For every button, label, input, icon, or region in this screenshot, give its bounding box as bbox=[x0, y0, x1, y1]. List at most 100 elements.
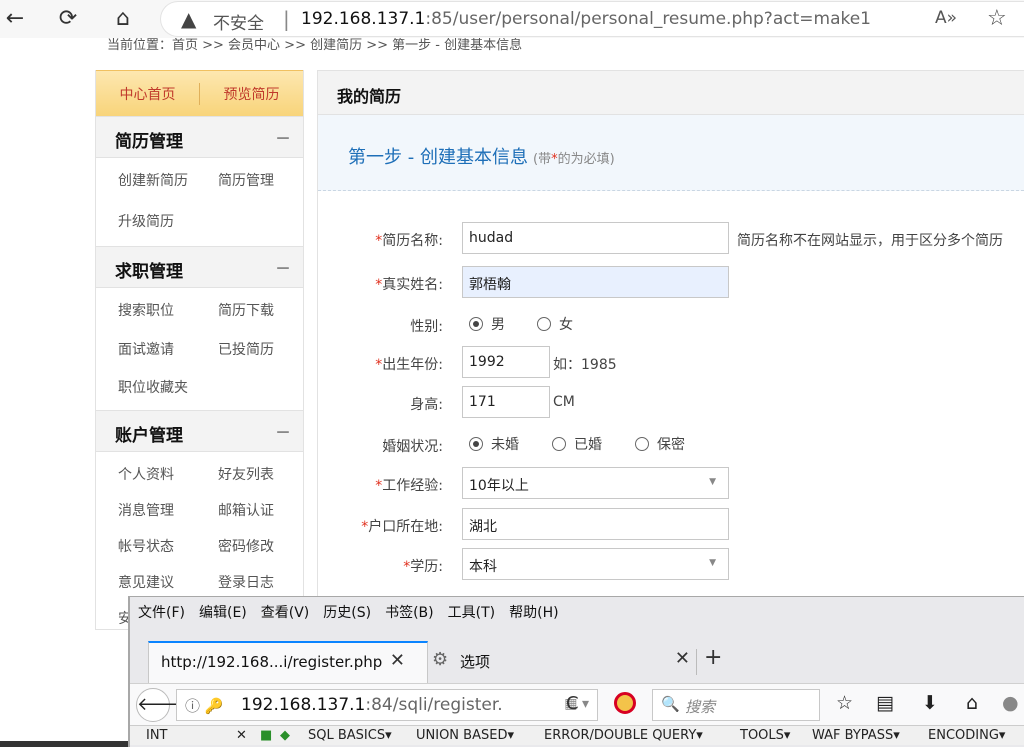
globe-icon[interactable]: ● bbox=[1002, 692, 1019, 714]
close-tab-icon[interactable]: ✕ bbox=[390, 650, 405, 671]
field-label: 婚姻状况: bbox=[382, 439, 443, 455]
birth-year-input[interactable]: 1992 bbox=[462, 346, 550, 378]
education-select[interactable]: 本科 bbox=[462, 548, 729, 580]
link-preview-resume[interactable]: 预览简历 bbox=[200, 84, 303, 104]
sidebar-item[interactable]: 登录日志 bbox=[218, 572, 318, 594]
sidebar-item[interactable]: 简历管理 bbox=[218, 170, 318, 197]
step-title: 第一步 - 创建基本信息 bbox=[348, 147, 528, 168]
address-bar[interactable]: ▲ 不安全 | 192.168.137.1:85/user/personal/p… bbox=[160, 1, 1024, 37]
row-resume-name: *简历名称: hudad 简历名称不在网站显示，用于区分多个简历 bbox=[318, 222, 1024, 256]
collapse-icon[interactable]: － bbox=[275, 255, 291, 279]
experience-select[interactable]: 10年以上 bbox=[462, 467, 729, 499]
section-title: 简历管理 bbox=[115, 132, 183, 152]
sidebar-item[interactable]: 邮箱认证 bbox=[218, 500, 318, 522]
radio-married[interactable]: 已婚 bbox=[552, 434, 602, 454]
real-name-input[interactable]: 郭梧翰 bbox=[462, 266, 729, 298]
url-bar[interactable]: ⓘ 🔑 192.168.137.1:84/sqli/register. ▦ ▾ bbox=[176, 689, 598, 721]
hackbar-green-icon[interactable]: ■ bbox=[260, 728, 272, 743]
page-title: 我的简历 bbox=[318, 71, 1024, 115]
hackbar-error-double[interactable]: ERROR/DOUBLE QUERY▾ bbox=[544, 728, 703, 743]
hackbar-close-icon[interactable]: ✕ bbox=[236, 728, 247, 743]
radio-unchecked-icon[interactable] bbox=[537, 317, 551, 331]
favorite-star-icon[interactable]: ☆ bbox=[987, 6, 1007, 31]
label-text: 出生年份: bbox=[382, 357, 443, 373]
url-text[interactable]: 192.168.137.1:85/user/personal/personal_… bbox=[301, 9, 871, 29]
hackbar-int[interactable]: INT bbox=[146, 728, 168, 743]
insecure-label[interactable]: 不安全 bbox=[213, 9, 264, 34]
sidebar-item[interactable]: 个人资料 bbox=[118, 464, 218, 486]
hackbar-tools[interactable]: TOOLS▾ bbox=[740, 728, 790, 743]
section-job-header[interactable]: 求职管理 － bbox=[96, 246, 303, 288]
sidebar-item[interactable]: 面试邀请 bbox=[118, 339, 218, 364]
download-icon[interactable]: ⬇ bbox=[922, 692, 938, 714]
radio-female[interactable]: 女 bbox=[537, 314, 573, 334]
read-aloud-icon[interactable]: A» bbox=[935, 8, 957, 28]
height-input[interactable]: 171 bbox=[462, 386, 550, 418]
radio-unchecked-icon[interactable] bbox=[635, 437, 649, 451]
required-note: (带*的为必填) bbox=[533, 152, 615, 167]
tab-divider bbox=[696, 649, 697, 675]
radio-checked-icon[interactable] bbox=[469, 437, 483, 451]
menu-help[interactable]: 帮助(H) bbox=[509, 602, 558, 622]
hackbar-encoding[interactable]: ENCODING▾ bbox=[928, 728, 1005, 743]
back-arrow-icon[interactable]: ← bbox=[0, 4, 30, 34]
sidebar-item[interactable]: 搜索职位 bbox=[118, 300, 218, 325]
radio-label: 女 bbox=[559, 317, 573, 333]
menu-tools[interactable]: 工具(T) bbox=[448, 602, 495, 622]
menu-file[interactable]: 文件(F) bbox=[138, 602, 185, 622]
menu-edit[interactable]: 编辑(E) bbox=[199, 602, 247, 622]
tab-options[interactable]: ⚙ 选项 ✕ bbox=[430, 641, 690, 683]
field-label: 性别: bbox=[410, 319, 443, 335]
bookmark-star-icon[interactable]: ☆ bbox=[836, 692, 853, 714]
field-label: *工作经验: bbox=[375, 475, 443, 495]
warning-icon[interactable]: ▲ bbox=[181, 7, 196, 31]
resume-name-input[interactable]: hudad bbox=[462, 222, 729, 254]
reader-list-icon[interactable]: ▤ bbox=[876, 692, 894, 714]
close-tab-icon[interactable]: ✕ bbox=[675, 648, 690, 669]
note-open: (带 bbox=[533, 152, 552, 167]
collapse-icon[interactable]: － bbox=[275, 419, 291, 443]
hackbar-diamond-icon[interactable]: ◆ bbox=[280, 728, 290, 743]
noscript-icon[interactable] bbox=[614, 692, 636, 714]
radio-male[interactable]: 男 bbox=[469, 314, 505, 334]
tab-register[interactable]: http://192.168...i/register.php ✕ bbox=[148, 641, 428, 683]
sidebar-item[interactable]: 密码修改 bbox=[218, 536, 318, 558]
sidebar-item[interactable]: 已投简历 bbox=[218, 339, 318, 364]
url-text[interactable]: 192.168.137.1:84/sqli/register. bbox=[241, 695, 503, 715]
back-arrow-icon[interactable]: 🡐 bbox=[136, 688, 185, 722]
new-tab-plus-icon[interactable]: + bbox=[704, 645, 722, 670]
site-info-key-icon[interactable]: ⓘ 🔑 bbox=[185, 695, 223, 716]
sidebar-item[interactable]: 消息管理 bbox=[118, 500, 218, 522]
birth-year-hint: 如：1985 bbox=[553, 357, 617, 373]
menu-history[interactable]: 历史(S) bbox=[323, 602, 371, 622]
refresh-icon[interactable]: ⟳ bbox=[53, 4, 83, 34]
collapse-icon[interactable]: － bbox=[275, 125, 291, 149]
height-unit: CM bbox=[553, 394, 575, 410]
radio-checked-icon[interactable] bbox=[469, 317, 483, 331]
section-account-header[interactable]: 账户管理 － bbox=[96, 410, 303, 452]
sidebar-item[interactable]: 帐号状态 bbox=[118, 536, 218, 558]
home-icon[interactable]: ⌂ bbox=[966, 692, 978, 714]
menu-bookmarks[interactable]: 书签(B) bbox=[385, 602, 434, 622]
url-path: :84/sqli/register. bbox=[365, 695, 503, 715]
row-education: *学历: 本科 bbox=[318, 548, 1024, 582]
sidebar-item[interactable]: 职位收藏夹 bbox=[118, 377, 218, 402]
hackbar-waf-bypass[interactable]: WAF BYPASS▾ bbox=[812, 728, 900, 743]
radio-unmarried[interactable]: 未婚 bbox=[469, 434, 519, 454]
radio-unchecked-icon[interactable] bbox=[552, 437, 566, 451]
sidebar-item[interactable]: 好友列表 bbox=[218, 464, 318, 486]
reload-icon[interactable]: C bbox=[566, 693, 579, 714]
hackbar-union-based[interactable]: UNION BASED▾ bbox=[416, 728, 514, 743]
hackbar-sql-basics[interactable]: SQL BASICS▾ bbox=[308, 728, 392, 743]
section-resume-header[interactable]: 简历管理 － bbox=[96, 116, 303, 158]
sidebar-item[interactable]: 意见建议 bbox=[118, 572, 218, 594]
search-box[interactable]: 🔍 搜索 bbox=[652, 689, 820, 721]
hukou-input[interactable]: 湖北 bbox=[462, 508, 729, 540]
home-icon[interactable]: ⌂ bbox=[108, 4, 138, 34]
radio-private[interactable]: 保密 bbox=[635, 434, 685, 454]
sidebar-item[interactable]: 升级简历 bbox=[118, 211, 218, 238]
link-center-home[interactable]: 中心首页 bbox=[96, 84, 199, 104]
sidebar-item[interactable]: 创建新简历 bbox=[118, 170, 218, 197]
menu-view[interactable]: 查看(V) bbox=[261, 602, 310, 622]
sidebar-item[interactable]: 简历下载 bbox=[218, 300, 318, 325]
